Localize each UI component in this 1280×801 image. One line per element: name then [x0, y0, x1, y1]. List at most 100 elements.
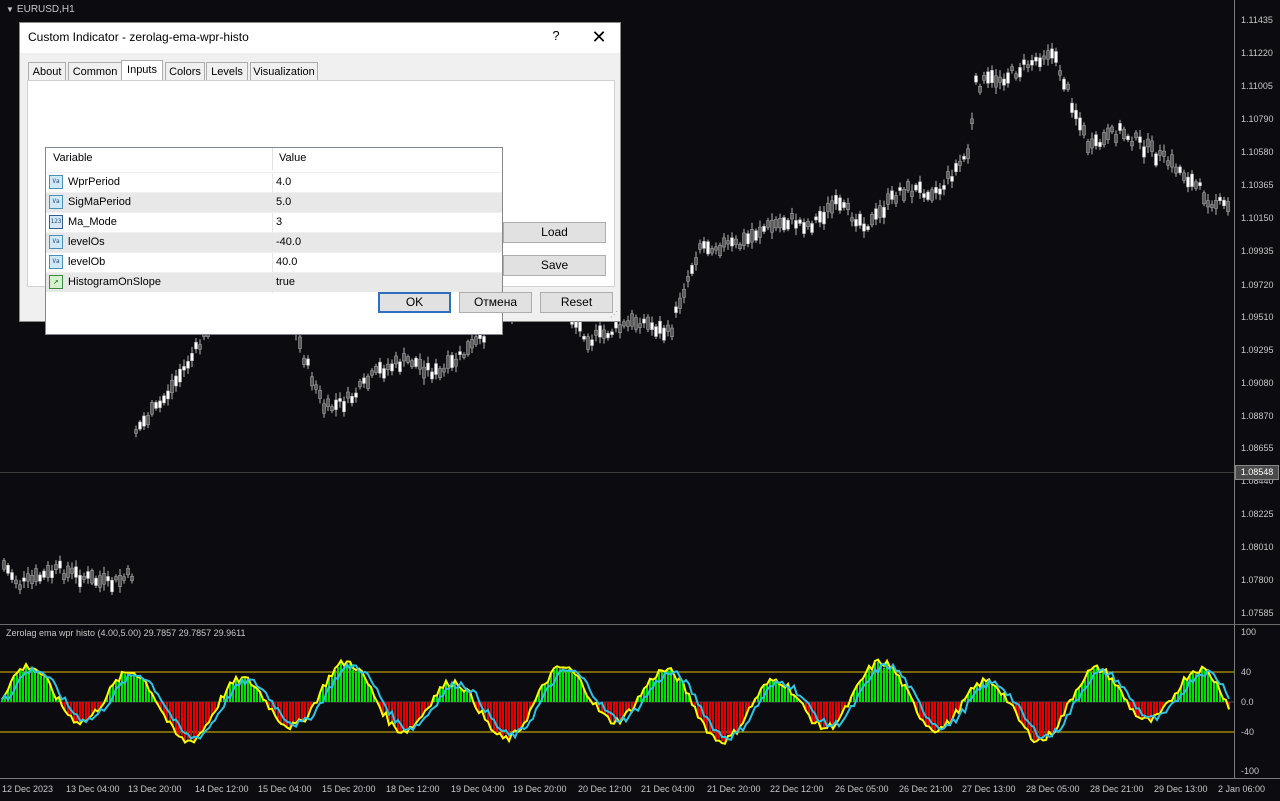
variable-name: SigMaPeriod — [68, 196, 131, 208]
bool-type-icon: ↗ — [49, 275, 63, 289]
current-price-badge: 1.08548 — [1235, 465, 1279, 480]
column-header-value[interactable]: Value — [279, 152, 306, 164]
price-tick: 1.07585 — [1241, 608, 1274, 618]
resize-grip-icon[interactable]: ⋰ — [610, 310, 618, 319]
variable-value[interactable]: true — [276, 276, 295, 288]
candle-body — [154, 402, 158, 409]
candle-body — [874, 208, 878, 220]
input-row-levelos[interactable]: Va levelOs -40.0 — [46, 232, 502, 253]
symbol-label: ▼ EURUSD,H1 — [6, 4, 75, 15]
candle-body — [970, 118, 974, 124]
ok-button[interactable]: OK — [378, 292, 451, 313]
candle-body — [1106, 127, 1110, 140]
candle-body — [622, 321, 626, 327]
candle-body — [2, 560, 6, 570]
candle-body — [1190, 173, 1194, 187]
variable-name: WprPeriod — [68, 176, 120, 188]
candle-body — [754, 230, 758, 241]
candle-body — [190, 353, 194, 361]
time-tick: 15 Dec 20:00 — [322, 784, 376, 794]
candle-body — [26, 573, 30, 582]
help-button[interactable]: ? — [548, 28, 564, 43]
input-row-levelob[interactable]: Va levelOb 40.0 — [46, 252, 502, 273]
candle-body — [930, 189, 934, 201]
input-row-wprperiod[interactable]: Va WprPeriod 4.0 — [46, 172, 502, 193]
price-tick: 1.10150 — [1241, 213, 1274, 223]
tab-about[interactable]: About — [28, 62, 66, 80]
candle-body — [702, 241, 706, 249]
candle-body — [22, 577, 26, 582]
cancel-button[interactable]: Отмена — [459, 292, 532, 313]
candle-body — [1022, 59, 1026, 65]
candle-body — [402, 353, 406, 362]
candle-body — [770, 219, 774, 233]
candle-body — [886, 193, 890, 205]
variable-value[interactable]: 5.0 — [276, 196, 291, 208]
indicator-tick: -100 — [1241, 766, 1260, 776]
tab-colors[interactable]: Colors — [165, 62, 205, 80]
caret-down-icon[interactable]: ▼ — [6, 5, 14, 14]
candle-body — [626, 320, 630, 327]
candle-body — [1150, 140, 1154, 152]
price-tick: 1.07800 — [1241, 575, 1274, 585]
candle-body — [74, 566, 78, 578]
input-row-sigmaperiod[interactable]: Va SigMaPeriod 5.0 — [46, 192, 502, 213]
close-icon[interactable]: ✕ — [586, 26, 612, 48]
input-row-ma-mode[interactable]: 123 Ma_Mode 3 — [46, 212, 502, 233]
indicator-tick: 0.0 — [1241, 697, 1254, 707]
cell-divider — [272, 173, 273, 193]
indicator-axis[interactable]: 100 40 0.0 -40 -100 — [1234, 625, 1280, 778]
indicator-tick: 40 — [1241, 667, 1252, 677]
candle-body — [978, 86, 982, 93]
candle-body — [1002, 78, 1006, 86]
candle-body — [1214, 200, 1218, 209]
tab-common[interactable]: Common — [68, 62, 122, 80]
candle-body — [698, 243, 702, 250]
candle-body — [1042, 55, 1046, 60]
candle-body — [158, 400, 162, 408]
candle-body — [198, 344, 202, 350]
candle-body — [370, 370, 374, 376]
candle-body — [1154, 153, 1158, 166]
candle-body — [118, 574, 122, 587]
time-axis[interactable]: 12 Dec 2023 13 Dec 04:00 13 Dec 20:00 14 De… — [0, 778, 1280, 801]
candle-body — [1054, 51, 1058, 63]
candle-body — [1194, 181, 1198, 189]
candle-body — [742, 232, 746, 246]
candle-body — [762, 226, 766, 232]
variable-value[interactable]: 4.0 — [276, 176, 291, 188]
candle-body — [786, 219, 790, 230]
column-header-variable[interactable]: Variable — [53, 152, 93, 164]
candle-body — [822, 211, 826, 225]
save-button[interactable]: Save — [503, 255, 606, 276]
candle-body — [1046, 50, 1050, 60]
tab-inputs[interactable]: Inputs — [121, 60, 163, 81]
reset-button[interactable]: Reset — [540, 292, 613, 313]
time-tick: 19 Dec 20:00 — [513, 784, 567, 794]
candle-body — [1146, 138, 1150, 148]
column-divider[interactable] — [272, 148, 273, 170]
variable-value[interactable]: 40.0 — [276, 256, 297, 268]
candle-body — [842, 202, 846, 208]
input-row-histogramonslope[interactable]: ↗ HistogramOnSlope true — [46, 272, 502, 293]
candle-body — [602, 329, 606, 339]
candle-body — [178, 368, 182, 383]
cell-divider — [272, 233, 273, 253]
candle-body — [686, 276, 690, 282]
candle-body — [62, 573, 66, 581]
dialog-titlebar[interactable]: Custom Indicator - zerolag-ema-wpr-histo… — [20, 23, 620, 53]
load-button[interactable]: Load — [503, 222, 606, 243]
cell-divider — [272, 213, 273, 233]
candle-body — [1162, 150, 1166, 157]
price-axis[interactable]: 1.11435 1.11220 1.11005 1.10790 1.10580 1.103… — [1234, 0, 1280, 625]
variable-value[interactable]: 3 — [276, 216, 282, 228]
candle-body — [422, 366, 426, 379]
tab-levels[interactable]: Levels — [206, 62, 248, 80]
tab-visualization[interactable]: Visualization — [250, 62, 318, 80]
candle-body — [426, 362, 430, 371]
candle-body — [746, 233, 750, 245]
candle-body — [854, 219, 858, 227]
variable-value[interactable]: -40.0 — [276, 236, 301, 248]
candle-body — [662, 327, 666, 341]
candle-body — [86, 571, 90, 579]
